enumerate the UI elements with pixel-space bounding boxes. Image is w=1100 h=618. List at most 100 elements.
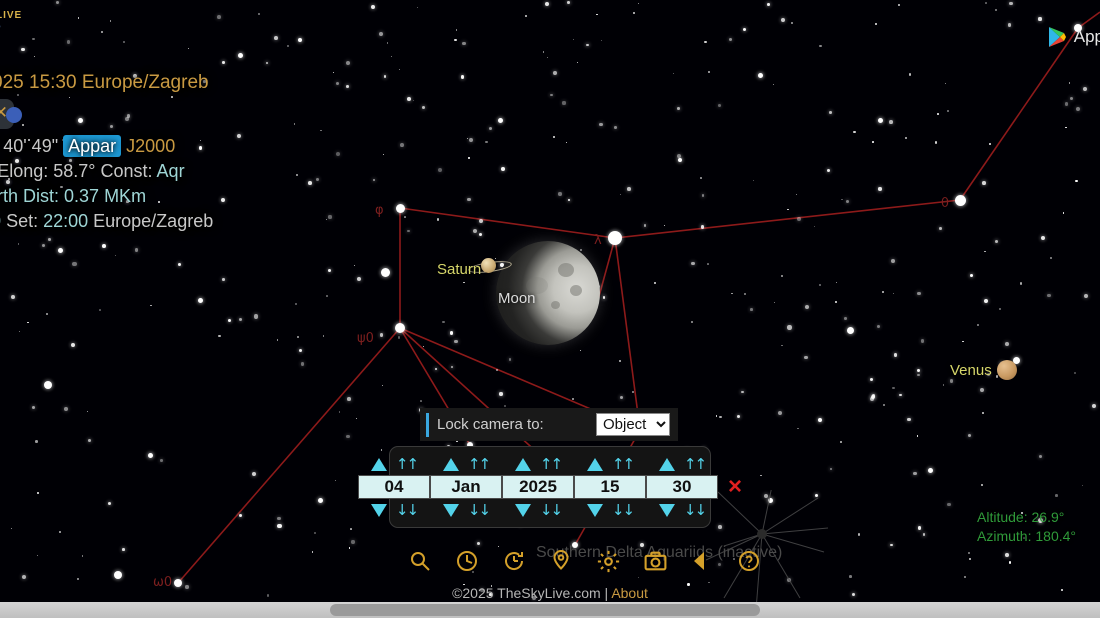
star bbox=[438, 167, 443, 172]
star bbox=[467, 197, 472, 202]
increment-minute-icon[interactable] bbox=[658, 457, 675, 471]
star bbox=[950, 379, 954, 383]
location-icon[interactable] bbox=[546, 546, 576, 576]
star-label: ψ0 bbox=[357, 331, 374, 346]
star bbox=[572, 38, 574, 40]
decrement-fast-minute-icon[interactable]: ↓↓ bbox=[684, 502, 707, 517]
decrement-month-icon[interactable] bbox=[442, 503, 459, 517]
star bbox=[135, 248, 139, 252]
copyright-text: ©2025 TheSkyLive.com | bbox=[452, 585, 612, 601]
increment-month-icon[interactable] bbox=[442, 457, 459, 471]
decrement-day-icon[interactable] bbox=[370, 503, 387, 517]
constellation-value: Aqr bbox=[156, 161, 185, 181]
increment-fast-hour-icon[interactable]: ↑↑ bbox=[612, 456, 635, 471]
star bbox=[719, 415, 722, 419]
venus-label: Venus bbox=[950, 362, 992, 379]
star bbox=[406, 229, 410, 233]
camera-icon[interactable] bbox=[640, 546, 670, 576]
increment-fast-month-icon[interactable]: ↑↑ bbox=[468, 456, 491, 471]
solar-elong-label: 5° Solar Elong: 58.7° Const: bbox=[0, 161, 153, 181]
close-info-button[interactable]: ✕ bbox=[0, 99, 22, 129]
scrollbar-thumb[interactable] bbox=[330, 604, 760, 616]
star bbox=[797, 216, 802, 221]
decrement-year-icon[interactable] bbox=[514, 503, 531, 517]
star bbox=[620, 396, 623, 399]
star bbox=[1005, 553, 1010, 558]
star bbox=[678, 158, 682, 162]
search-icon[interactable] bbox=[405, 546, 435, 576]
increment-year-icon[interactable] bbox=[514, 457, 531, 471]
increment-hour-icon[interactable] bbox=[586, 457, 603, 471]
star bbox=[922, 533, 926, 537]
increment-fast-day-icon[interactable]: ↑↑ bbox=[396, 456, 419, 471]
star bbox=[525, 15, 528, 18]
star bbox=[297, 335, 300, 338]
clock-icon[interactable] bbox=[452, 546, 482, 576]
star bbox=[1092, 403, 1097, 408]
star bbox=[217, 14, 222, 19]
azimuth-value: Azimuth: 180.4° bbox=[977, 528, 1076, 544]
spinner-value-day[interactable]: 04 bbox=[358, 475, 430, 499]
star-label: φ bbox=[375, 203, 384, 218]
set-label: Set: bbox=[1, 211, 44, 231]
star bbox=[701, 194, 705, 197]
spinner-value-minute[interactable]: 30 bbox=[646, 475, 718, 499]
decrement-fast-year-icon[interactable]: ↓↓ bbox=[540, 502, 563, 517]
star bbox=[969, 557, 972, 560]
settings-icon[interactable] bbox=[593, 546, 623, 576]
star bbox=[395, 323, 405, 333]
star bbox=[1038, 17, 1042, 21]
lock-camera-bar: Lock camera to: ObjectHorizonEquatorialN… bbox=[420, 408, 678, 441]
saturn-label: Saturn bbox=[437, 261, 482, 278]
spinner-value-hour[interactable]: 15 bbox=[574, 475, 646, 499]
decrement-minute-icon[interactable] bbox=[658, 503, 675, 517]
spinner-value-month[interactable]: Jan bbox=[430, 475, 502, 499]
decrement-fast-hour-icon[interactable]: ↓↓ bbox=[612, 502, 635, 517]
star bbox=[877, 325, 881, 329]
star bbox=[627, 187, 631, 191]
earth-dist-value: 0.37 MKm bbox=[64, 186, 147, 206]
help-icon[interactable] bbox=[734, 546, 764, 576]
spinner-close-button[interactable]: × bbox=[728, 475, 742, 499]
star bbox=[350, 527, 353, 530]
time-step-icon[interactable] bbox=[499, 546, 529, 576]
star bbox=[1055, 494, 1058, 497]
star bbox=[1075, 107, 1080, 112]
star bbox=[399, 142, 404, 147]
spinner-value-year[interactable]: 2025 bbox=[502, 475, 574, 499]
decrement-fast-month-icon[interactable]: ↓↓ bbox=[468, 502, 491, 517]
decrement-fast-day-icon[interactable]: ↓↓ bbox=[396, 502, 419, 517]
increment-fast-minute-icon[interactable]: ↑↑ bbox=[684, 456, 707, 471]
star bbox=[643, 224, 647, 227]
share-icon[interactable] bbox=[687, 546, 717, 576]
apparent-toggle[interactable]: Appar bbox=[63, 135, 122, 157]
increment-fast-year-icon[interactable]: ↑↑ bbox=[540, 456, 563, 471]
lock-camera-select[interactable]: ObjectHorizonEquatorialNone bbox=[596, 413, 670, 436]
star bbox=[984, 250, 986, 252]
star bbox=[750, 307, 754, 311]
star bbox=[827, 168, 831, 172]
about-link[interactable]: About bbox=[611, 585, 648, 601]
star bbox=[81, 555, 84, 557]
stats-row-elongation: 5° Solar Elong: 58.7° Const: Aqr bbox=[0, 159, 213, 184]
star bbox=[420, 400, 423, 403]
star bbox=[579, 350, 581, 352]
star bbox=[508, 358, 512, 361]
increment-day-icon[interactable] bbox=[370, 457, 387, 471]
star bbox=[546, 56, 549, 59]
j2000-toggle[interactable]: J2000 bbox=[121, 136, 175, 156]
star bbox=[332, 71, 335, 74]
star bbox=[633, 12, 636, 15]
star bbox=[33, 55, 36, 58]
star bbox=[586, 43, 590, 47]
venus-body[interactable] bbox=[997, 360, 1017, 380]
star bbox=[829, 467, 833, 471]
star bbox=[998, 308, 1001, 310]
timezone-label: Europe/Zagreb bbox=[88, 211, 214, 231]
spinner-col-month: ↑↑ Jan ↓↓ bbox=[430, 455, 502, 519]
saturn-body[interactable] bbox=[481, 258, 496, 273]
star bbox=[672, 73, 675, 75]
google-play-badge[interactable]: App bbox=[1047, 26, 1100, 48]
decrement-hour-icon[interactable] bbox=[586, 503, 603, 517]
horizontal-scrollbar[interactable] bbox=[0, 602, 1100, 618]
